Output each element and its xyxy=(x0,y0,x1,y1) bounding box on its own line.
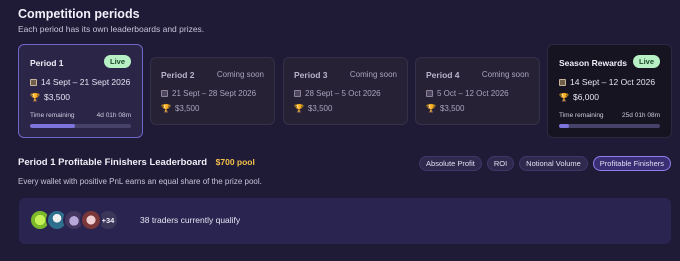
trader-avatars: +34 xyxy=(29,209,119,231)
qualifying-traders-panel: +34 38 traders currently qualify xyxy=(19,198,671,244)
period-card-1[interactable]: Period 1 Live 14 Sept – 21 Sept 2026 🏆 $… xyxy=(18,44,143,138)
qualifying-traders-text: 38 traders currently qualify xyxy=(140,215,241,225)
avatar[interactable] xyxy=(80,209,102,231)
period-title: Period 4 xyxy=(426,70,460,80)
calendar-icon xyxy=(294,90,301,97)
period-prize: 🏆 $3,500 xyxy=(426,104,464,113)
period-dates: 28 Sept – 5 Oct 2026 xyxy=(294,89,381,98)
period-card-3[interactable]: Period 3 Coming soon 28 Sept – 5 Oct 202… xyxy=(283,57,408,125)
period-prize-text: $3,500 xyxy=(43,92,70,102)
leaderboard-tabs: Absolute Profit ROI Notional Volume Prof… xyxy=(419,156,671,171)
period-dates: 5 Oct – 12 Oct 2026 xyxy=(426,89,509,98)
calendar-icon xyxy=(30,78,37,86)
leaderboard-title-text: Period 1 Profitable Finishers Leaderboar… xyxy=(18,157,207,168)
period-prize: 🏆 $3,500 xyxy=(294,104,332,113)
period-title: Period 3 xyxy=(294,70,328,80)
period-dates-text: 14 Sept – 21 Sept 2026 xyxy=(41,77,131,87)
period-prize: 🏆 $3,500 xyxy=(161,104,199,113)
live-badge: Live xyxy=(632,55,660,68)
trophy-icon: 🏆 xyxy=(426,104,436,113)
season-rewards-card[interactable]: Season Rewards Live 14 Sept – 12 Oct 202… xyxy=(547,44,672,138)
trophy-icon: 🏆 xyxy=(161,104,171,113)
tab-roi[interactable]: ROI xyxy=(486,156,515,171)
time-progress-fill xyxy=(559,124,570,128)
period-title: Period 2 xyxy=(161,70,195,80)
season-prize: 🏆 $6,000 xyxy=(559,92,599,102)
time-remaining-label: Time remaining xyxy=(559,112,604,119)
coming-soon-badge: Coming soon xyxy=(349,70,397,79)
competition-periods-title: Competition periods xyxy=(18,7,140,21)
tab-notional-volume[interactable]: Notional Volume xyxy=(519,156,588,171)
calendar-icon xyxy=(161,90,168,97)
leaderboard-description: Every wallet with positive PnL earns an … xyxy=(18,177,262,186)
calendar-icon xyxy=(559,78,566,86)
period-card-2[interactable]: Period 2 Coming soon 21 Sept – 28 Sept 2… xyxy=(150,57,275,125)
time-progress-bar xyxy=(559,124,660,128)
period-dates: 14 Sept – 21 Sept 2026 xyxy=(30,77,130,87)
trophy-icon: 🏆 xyxy=(294,104,304,113)
coming-soon-badge: Coming soon xyxy=(216,70,264,79)
period-prize-text: $3,500 xyxy=(174,104,200,113)
leaderboard-title: Period 1 Profitable Finishers Leaderboar… xyxy=(18,157,255,168)
tab-absolute-profit[interactable]: Absolute Profit xyxy=(419,156,482,171)
period-card-4[interactable]: Period 4 Coming soon 5 Oct – 12 Oct 2026… xyxy=(415,57,540,125)
period-dates-text: 21 Sept – 28 Sept 2026 xyxy=(172,89,257,98)
trophy-icon: 🏆 xyxy=(30,92,40,102)
live-badge: Live xyxy=(103,55,131,68)
period-dates-text: 28 Sept – 5 Oct 2026 xyxy=(305,89,381,98)
season-prize-text: $6,000 xyxy=(572,92,599,102)
period-prize-text: $3,500 xyxy=(307,104,333,113)
season-title: Season Rewards xyxy=(559,58,628,68)
time-progress-fill xyxy=(30,124,76,128)
time-progress-bar xyxy=(30,124,131,128)
prize-pool-label: $700 pool xyxy=(215,157,255,167)
period-prize-text: $3,500 xyxy=(439,104,465,113)
calendar-icon xyxy=(426,90,433,97)
period-dates: 21 Sept – 28 Sept 2026 xyxy=(161,89,256,98)
time-remaining-value: 25d 01h 08m xyxy=(622,112,660,119)
time-remaining-label: Time remaining xyxy=(30,112,75,119)
period-dates-text: 5 Oct – 12 Oct 2026 xyxy=(437,89,509,98)
season-dates: 14 Sept – 12 Oct 2026 xyxy=(559,77,655,87)
period-title: Period 1 xyxy=(30,58,64,68)
competition-periods-subtitle: Each period has its own leaderboards and… xyxy=(18,24,205,34)
coming-soon-badge: Coming soon xyxy=(481,70,529,79)
time-remaining-value: 4d 01h 08m xyxy=(96,112,131,119)
tab-profitable-finishers[interactable]: Profitable Finishers xyxy=(592,156,671,171)
season-dates-text: 14 Sept – 12 Oct 2026 xyxy=(570,77,656,87)
trophy-icon: 🏆 xyxy=(559,92,569,102)
period-prize: 🏆 $3,500 xyxy=(30,92,70,102)
